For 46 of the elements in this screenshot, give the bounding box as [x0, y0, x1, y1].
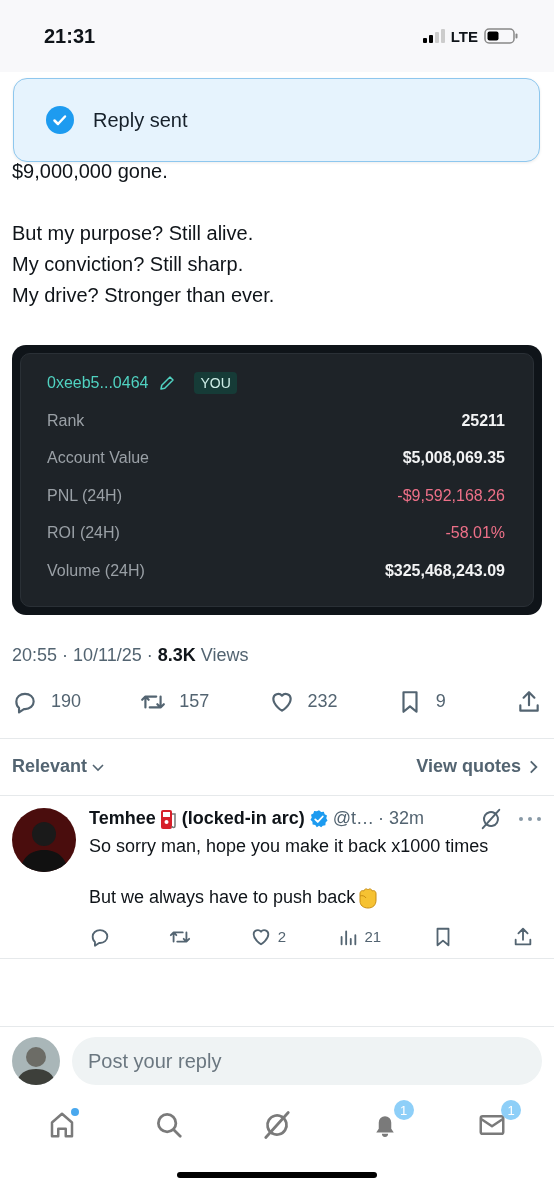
- slashed-circle-icon: [262, 1110, 292, 1140]
- stat-label: Volume (24H): [47, 561, 145, 580]
- reply-text: But we always have to push back: [89, 885, 356, 909]
- stat-value: 25211: [461, 411, 505, 430]
- like-button[interactable]: 232: [268, 688, 338, 715]
- battery-icon: [484, 28, 518, 44]
- user-avatar[interactable]: [12, 1037, 60, 1085]
- post-text: $9,000,000 gone.: [12, 159, 169, 184]
- you-badge: YOU: [194, 372, 237, 394]
- toast-message: Reply sent: [93, 108, 188, 132]
- bookmark-button[interactable]: 9: [396, 688, 457, 715]
- count-badge: 1: [501, 1100, 522, 1120]
- network-label: LTE: [450, 27, 478, 45]
- author-name-suffix[interactable]: (locked-in arc): [181, 808, 305, 829]
- post-meta: 20:55 · 10/11/25 · 8.3K Views: [12, 644, 250, 666]
- repost-button[interactable]: 157: [140, 688, 210, 715]
- slashed-circle-icon[interactable]: [480, 807, 502, 830]
- stat-value: $325,468,243.09: [384, 561, 505, 580]
- views-button[interactable]: 21: [336, 925, 382, 948]
- reply-text: So sorry man, hope you make it back x1000 times: [89, 834, 490, 858]
- stat-value: $5,008,069.35: [402, 449, 505, 468]
- stat-label: Account Value: [47, 449, 149, 468]
- like-button[interactable]: 2: [249, 925, 287, 948]
- stat-label: ROI (24H): [47, 524, 120, 543]
- author-handle[interactable]: @t…: [332, 808, 374, 829]
- stat-value: -58.01%: [445, 524, 505, 543]
- more-icon[interactable]: [518, 815, 542, 822]
- pencil-icon: [158, 374, 177, 392]
- stat-value: -$9,592,168.26: [397, 486, 505, 505]
- fuel-pump-icon: [159, 807, 178, 830]
- count-badge: 1: [393, 1100, 414, 1120]
- share-icon: [512, 925, 534, 948]
- post-text: But my purpose? Still alive. My conviction? Still sharp. My drive? Stronger than ever.: [12, 221, 276, 308]
- reply-input-field[interactable]: Post your reply: [72, 1037, 542, 1085]
- search-icon: [154, 1110, 185, 1140]
- author-name[interactable]: Temhee: [89, 808, 156, 829]
- reply-button[interactable]: 190: [12, 688, 82, 715]
- reply-time: · 32m: [378, 808, 425, 829]
- check-icon: [46, 106, 74, 134]
- status-time: 21:31: [44, 24, 96, 48]
- stat-label: PNL (24H): [47, 486, 122, 505]
- signal-icon: [422, 29, 445, 43]
- wallet-address: 0xeeb5...0464: [47, 374, 149, 392]
- view-quotes-link[interactable]: View quotes: [416, 756, 542, 777]
- stat-label: Rank: [47, 411, 85, 430]
- sort-dropdown[interactable]: Relevant: [12, 756, 107, 777]
